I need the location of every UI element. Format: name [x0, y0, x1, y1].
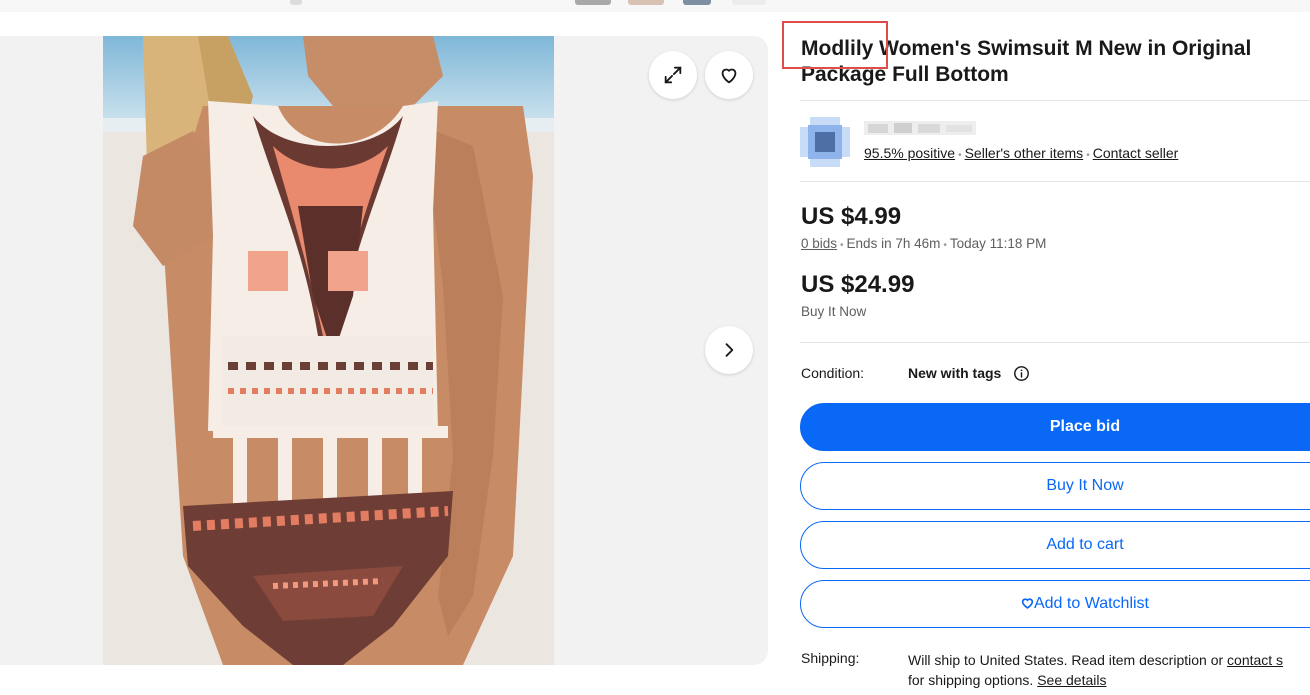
ends-in: Ends in 7h 46m — [846, 236, 941, 251]
seller-avatar — [800, 117, 850, 167]
info-icon[interactable] — [1013, 365, 1030, 382]
divider — [800, 342, 1310, 343]
seller-feedback-link[interactable]: 95.5% positive — [864, 145, 955, 161]
add-to-cart-button[interactable]: Add to cart — [800, 521, 1310, 569]
thumbnail[interactable] — [683, 0, 711, 5]
condition-value: New with tags — [908, 365, 1002, 381]
fullscreen-button[interactable] — [649, 51, 697, 99]
separator-dot: • — [943, 240, 947, 251]
see-details-link[interactable]: See details — [1037, 672, 1106, 688]
shipping-text: Will ship to United States. Read item de… — [908, 650, 1310, 690]
chevron-right-icon — [725, 343, 734, 357]
heart-icon — [1021, 598, 1034, 609]
expand-icon — [664, 66, 682, 84]
divider — [800, 181, 1310, 182]
shipping-label: Shipping: — [801, 650, 860, 666]
shipping-text-before: Will ship to United States. Read item de… — [908, 652, 1228, 668]
condition-label: Condition: — [801, 365, 865, 381]
buy-now-price: US $24.99 — [801, 271, 915, 298]
item-page: Modlily Women's Swimsuit M New in Origin… — [0, 0, 1310, 695]
seller-name-blurred — [864, 121, 976, 135]
add-to-cart-label: Add to cart — [1046, 536, 1124, 553]
thumbnail[interactable] — [290, 0, 302, 5]
highlight-annotation — [782, 21, 888, 69]
buy-now-label: Buy It Now — [801, 304, 867, 319]
watchlist-label-wrap: Add to Watchlist — [801, 595, 1310, 613]
item-details-panel: Modlily Women's Swimsuit M New in Origin… — [782, 0, 1310, 695]
current-bid-price: US $4.99 — [801, 203, 902, 230]
separator-dot: • — [1086, 150, 1090, 161]
bids-link[interactable]: 0 bids — [801, 236, 837, 251]
heart-icon — [721, 68, 737, 84]
favorite-button[interactable] — [705, 51, 753, 99]
contact-seller-shipping-link[interactable]: contact s — [1227, 652, 1283, 668]
place-bid-label: Place bid — [1049, 418, 1121, 435]
add-to-watchlist-button[interactable]: Add to Watchlist — [800, 580, 1310, 628]
product-photo[interactable] — [103, 36, 554, 665]
add-to-watchlist-label: Add to Watchlist — [1033, 595, 1149, 612]
separator-dot: • — [840, 240, 844, 251]
next-image-button[interactable] — [705, 326, 753, 374]
contact-seller-link[interactable]: Contact seller — [1093, 145, 1179, 161]
thumbnail[interactable] — [732, 0, 766, 5]
image-gallery — [0, 36, 768, 665]
auction-meta: 0 bids • Ends in 7h 46m • Today 11:18 PM — [801, 236, 1046, 251]
buy-it-now-button[interactable]: Buy It Now — [800, 462, 1310, 510]
thumbnail[interactable] — [628, 0, 664, 5]
divider — [800, 100, 1310, 101]
thumbnail[interactable] — [575, 0, 611, 5]
end-time: Today 11:18 PM — [949, 236, 1047, 251]
separator-dot: • — [958, 150, 962, 161]
seller-other-items-link[interactable]: Seller's other items — [965, 145, 1084, 161]
shipping-text-after: for shipping options. — [908, 672, 1038, 688]
buy-it-now-label: Buy It Now — [1046, 477, 1124, 494]
seller-links: 95.5% positive • Seller's other items • Cont… — [864, 145, 1178, 161]
place-bid-button[interactable]: Place bid — [800, 403, 1310, 451]
